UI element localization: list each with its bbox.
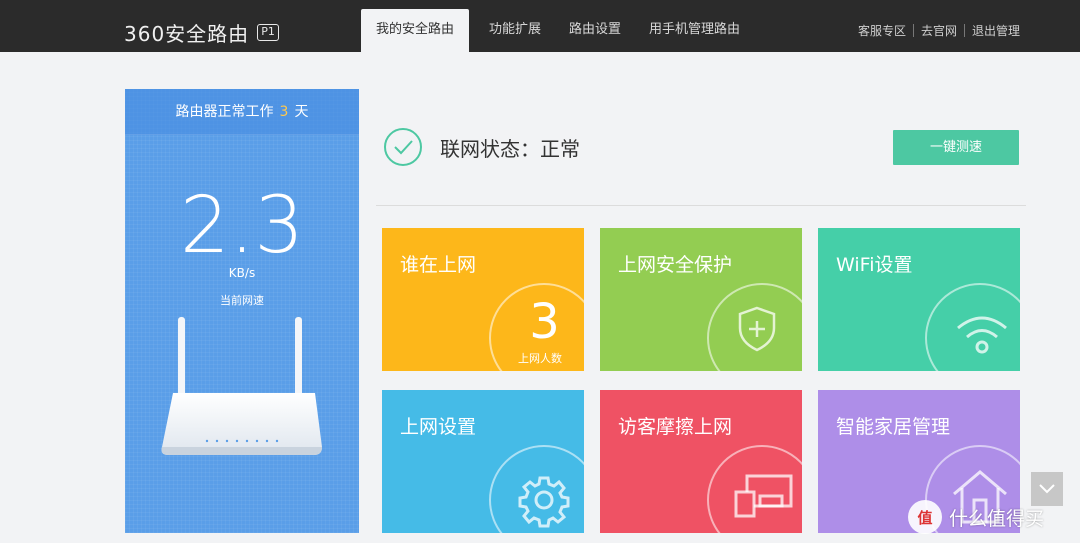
speed-label: 当前网速 (220, 294, 264, 307)
link-divider (963, 24, 965, 37)
tile-title: 智能家居管理 (836, 416, 951, 438)
tile-title: 上网安全保护 (618, 254, 733, 276)
tile-internet-settings[interactable]: 上网设置 (382, 390, 584, 533)
logo[interactable]: 360安全路由 P1 (124, 18, 279, 47)
tile-title: 访客摩擦上网 (618, 416, 733, 438)
tab-my-router[interactable]: 我的安全路由 (361, 9, 469, 52)
main-nav: 我的安全路由 功能扩展 路由设置 用手机管理路由 (361, 9, 754, 52)
devices-icon (734, 474, 793, 518)
tile-who-online[interactable]: 谁在上网 3 上网人数 (382, 228, 584, 371)
online-count: 3 (529, 294, 560, 350)
watermark: 值 什么值得买 (908, 500, 1044, 534)
model-badge: P1 (257, 24, 279, 41)
tile-security-protection[interactable]: 上网安全保护 (600, 228, 802, 371)
tile-title: 上网设置 (400, 416, 477, 438)
router-illustration (161, 317, 322, 455)
logout-link[interactable]: 退出管理 (972, 22, 1020, 39)
watermark-text: 什么值得买 (949, 507, 1045, 530)
online-count-label: 上网人数 (518, 352, 562, 365)
top-bar: 360安全路由 P1 我的安全路由 功能扩展 路由设置 用手机管理路由 客服专区… (0, 0, 1080, 52)
check-circle-icon (384, 128, 422, 166)
official-site-link[interactable]: 去官网 (921, 22, 957, 39)
uptime-suffix: 天 (294, 104, 309, 120)
uptime-days: 3 (279, 104, 289, 120)
link-divider (912, 24, 914, 37)
tile-title: 谁在上网 (400, 254, 477, 276)
tab-mobile-manage[interactable]: 用手机管理路由 (635, 9, 754, 52)
network-status: 联网状态：正常 (440, 137, 580, 161)
top-links: 客服专区 去官网 退出管理 (858, 22, 1020, 39)
uptime-bar: 路由器正常工作 3 天 (125, 89, 359, 135)
tile-title: WiFi设置 (836, 254, 913, 276)
wifi-icon (957, 316, 1007, 354)
shield-plus-icon (738, 306, 776, 352)
speed-test-button[interactable]: 一键测速 (893, 130, 1019, 165)
customer-service-link[interactable]: 客服专区 (858, 22, 906, 39)
speed-unit: KB/s (228, 266, 256, 280)
tab-router-settings[interactable]: 路由设置 (555, 9, 635, 52)
tile-guest-network[interactable]: 访客摩擦上网 (600, 390, 802, 533)
tab-extensions[interactable]: 功能扩展 (475, 9, 555, 52)
speed-value: 2.3 (179, 181, 305, 271)
uptime-prefix: 路由器正常工作 (175, 104, 274, 120)
logo-text: 360安全路由 (124, 22, 250, 46)
router-status-panel: 路由器正常工作 3 天 2.3 KB/s 当前网速 (125, 89, 359, 533)
watermark-badge: 值 (908, 500, 942, 534)
divider (376, 205, 1026, 206)
tile-wifi-settings[interactable]: WiFi设置 (818, 228, 1020, 371)
gear-icon (518, 476, 570, 528)
